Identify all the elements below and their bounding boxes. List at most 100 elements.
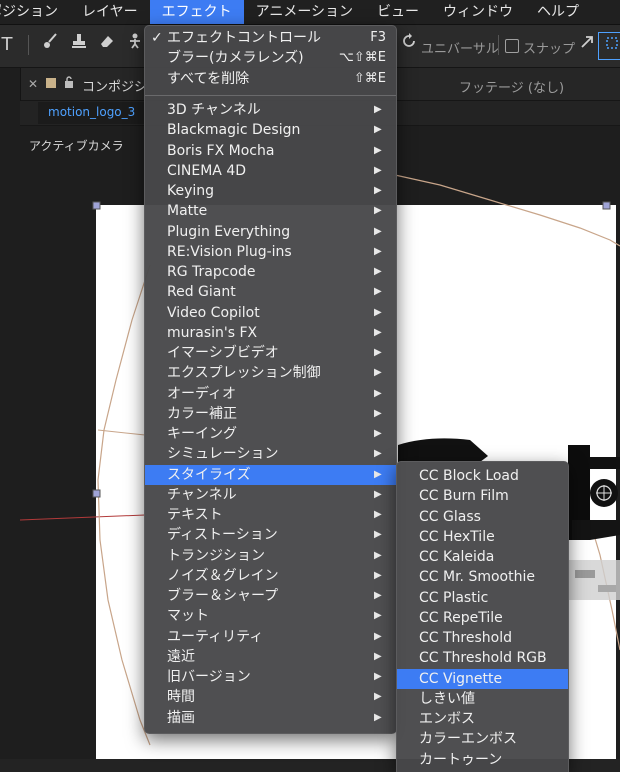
snap-checkbox[interactable] xyxy=(505,39,519,53)
menu-item-label: RE:Vision Plug-ins xyxy=(167,243,292,260)
stylize-effect-item[interactable]: エンボス xyxy=(397,709,568,729)
menu-item-label: ユーティリティ xyxy=(167,628,264,645)
snap-arrow-icon[interactable] xyxy=(574,32,600,58)
effect-category-item[interactable]: Blackmagic Design ▶ xyxy=(145,120,396,140)
effect-category-item[interactable]: 3D チャンネル ▶ xyxy=(145,100,396,120)
effect-category-item[interactable]: 描画 ▶ xyxy=(145,708,396,728)
menu-item-label: キーイング xyxy=(167,426,237,442)
effects-menu-item[interactable]: ✓ エフェクトコントロール F3 xyxy=(145,28,396,48)
brush-tool-icon[interactable] xyxy=(38,32,64,58)
menu-item-label: Boris FX Mocha xyxy=(167,142,275,159)
menu-item-label: トランジション xyxy=(167,547,265,564)
effects-menu-item[interactable]: ブラー(カメラレンズ) ⌥⇧⌘E xyxy=(145,48,396,68)
effects-menu-item[interactable]: すべてを削除 ⇧⌘E xyxy=(145,69,396,89)
rotate-icon[interactable] xyxy=(396,32,422,58)
submenu-arrow-icon: ▶ xyxy=(374,549,382,561)
menubar-item[interactable]: アニメーション xyxy=(244,0,365,24)
menu-item-label: すべてを削除 xyxy=(167,70,250,87)
menubar-item[interactable]: ビュー xyxy=(365,0,431,24)
menu-item-label: エンボス xyxy=(419,711,475,727)
effect-category-item[interactable]: カラー補正 ▶ xyxy=(145,404,396,424)
menu-item-label: CINEMA 4D xyxy=(167,162,247,179)
effect-category-item[interactable]: RG Trapcode ▶ xyxy=(145,262,396,282)
menu-item-label: エフェクトコントロール xyxy=(167,30,321,46)
stylize-effect-item[interactable]: CC Vignette xyxy=(397,668,568,689)
effect-category-item[interactable]: オーディオ ▶ xyxy=(145,384,396,404)
submenu-arrow-icon: ▶ xyxy=(374,711,382,723)
stylize-effect-item[interactable]: しきい値 xyxy=(397,689,568,709)
effect-category-item[interactable]: キーイング ▶ xyxy=(145,424,396,444)
stylize-effect-item[interactable]: CC Plastic xyxy=(397,588,568,608)
menu-item-label: CC Glass xyxy=(419,508,481,525)
composition-panel-title[interactable]: コンポジシ xyxy=(82,76,147,95)
effect-category-item[interactable]: トランジション ▶ xyxy=(145,546,396,566)
stylize-effect-item[interactable]: CC Kaleida xyxy=(397,547,568,567)
submenu-arrow-icon: ▶ xyxy=(374,245,382,257)
menu-item-label: CC Threshold RGB xyxy=(419,650,547,667)
effect-category-item[interactable]: テキスト ▶ xyxy=(145,505,396,525)
menubar-item[interactable]: ヘルプ xyxy=(525,0,591,24)
close-tab-icon[interactable]: ✕ xyxy=(28,77,38,91)
effect-category-item[interactable]: 時間 ▶ xyxy=(145,687,396,707)
stylize-effect-item[interactable]: CC Mr. Smoothie xyxy=(397,567,568,587)
effect-category-item[interactable]: シミュレーション ▶ xyxy=(145,444,396,464)
submenu-arrow-icon: ▶ xyxy=(374,509,382,520)
menubar-item[interactable]: ウィンドウ xyxy=(431,0,525,24)
effect-category-item[interactable]: ノイズ＆グレイン ▶ xyxy=(145,566,396,586)
effect-category-item[interactable]: Red Giant ▶ xyxy=(145,282,396,302)
eraser-tool-icon[interactable] xyxy=(94,32,120,58)
menu-item-label: CC Block Load xyxy=(419,468,519,484)
menu-item-label: murasin's FX xyxy=(167,324,258,341)
menu-item-label: しきい値 xyxy=(419,690,475,707)
stylize-effect-item[interactable]: カートゥーン xyxy=(397,750,568,770)
menubar-item[interactable]: レイヤー xyxy=(70,0,150,24)
effect-category-item[interactable]: ディストーション ▶ xyxy=(145,525,396,545)
stylize-effect-item[interactable]: CC Threshold RGB xyxy=(397,648,568,668)
menu-item-label: Keying xyxy=(167,183,215,199)
effect-category-item[interactable]: 遠近 ▶ xyxy=(145,647,396,667)
snap-target-icon[interactable] xyxy=(598,32,620,60)
menu-item-label: ブラー＆シャープ xyxy=(167,588,279,604)
menubar-item[interactable]: ポジション xyxy=(0,0,70,24)
menu-item-label: 3D チャンネル xyxy=(167,102,261,118)
effect-category-item[interactable]: Plugin Everything ▶ xyxy=(145,222,396,242)
menu-item-label: CC RepeTile xyxy=(419,609,503,626)
menubar-item[interactable]: エフェクト xyxy=(149,0,244,24)
effect-category-item[interactable]: エクスプレッション制御 ▶ xyxy=(145,363,396,383)
stylize-effect-item[interactable]: CC HexTile xyxy=(397,527,568,547)
effect-category-item[interactable]: Matte ▶ xyxy=(145,201,396,221)
effect-category-item[interactable]: チャンネル ▶ xyxy=(145,485,396,505)
menu-item-label: Matte xyxy=(167,203,208,220)
effect-category-item[interactable]: Boris FX Mocha ▶ xyxy=(145,141,396,161)
submenu-arrow-icon: ▶ xyxy=(374,407,382,419)
submenu-arrow-icon: ▶ xyxy=(374,205,382,217)
effect-category-item[interactable]: Video Copilot ▶ xyxy=(145,303,396,323)
effect-category-item[interactable]: RE:Vision Plug-ins ▶ xyxy=(145,242,396,262)
footage-panel-title[interactable]: フッテージ (なし) xyxy=(459,77,564,96)
lock-icon[interactable] xyxy=(64,76,74,91)
stylize-effect-item[interactable]: CC RepeTile xyxy=(397,608,568,628)
menu-item-label: カラー補正 xyxy=(167,405,237,422)
submenu-arrow-icon: ▶ xyxy=(374,124,382,136)
effect-category-item[interactable]: マット ▶ xyxy=(145,606,396,626)
submenu-arrow-icon: ▶ xyxy=(374,428,382,439)
effect-category-item[interactable]: ブラー＆シャープ ▶ xyxy=(145,586,396,606)
effect-category-item[interactable]: ユーティリティ ▶ xyxy=(145,627,396,647)
stylize-effect-item[interactable]: CC Block Load xyxy=(397,466,568,486)
clone-stamp-tool-icon[interactable] xyxy=(66,32,92,58)
effect-category-item[interactable]: 旧バージョン ▶ xyxy=(145,667,396,687)
menu-item-label: 時間 xyxy=(167,689,195,706)
effect-category-item[interactable]: イマーシブビデオ ▶ xyxy=(145,343,396,363)
effect-category-item[interactable]: スタイライズ ▶ xyxy=(145,464,396,485)
stylize-effect-item[interactable]: カラーエンボス xyxy=(397,729,568,749)
text-tool-icon[interactable]: T xyxy=(0,32,20,58)
effect-category-item[interactable]: murasin's FX ▶ xyxy=(145,323,396,343)
effect-category-item[interactable]: Keying ▶ xyxy=(145,181,396,201)
stylize-effect-item[interactable]: CC Glass xyxy=(397,507,568,527)
menu-item-label: CC HexTile xyxy=(419,528,495,545)
stylize-effect-item[interactable]: CC Threshold xyxy=(397,628,568,648)
stylize-effect-item[interactable]: CC Burn Film xyxy=(397,486,568,506)
menu-item-label: Red Giant xyxy=(167,284,236,301)
submenu-arrow-icon: ▶ xyxy=(374,671,382,682)
effect-category-item[interactable]: CINEMA 4D ▶ xyxy=(145,161,396,181)
